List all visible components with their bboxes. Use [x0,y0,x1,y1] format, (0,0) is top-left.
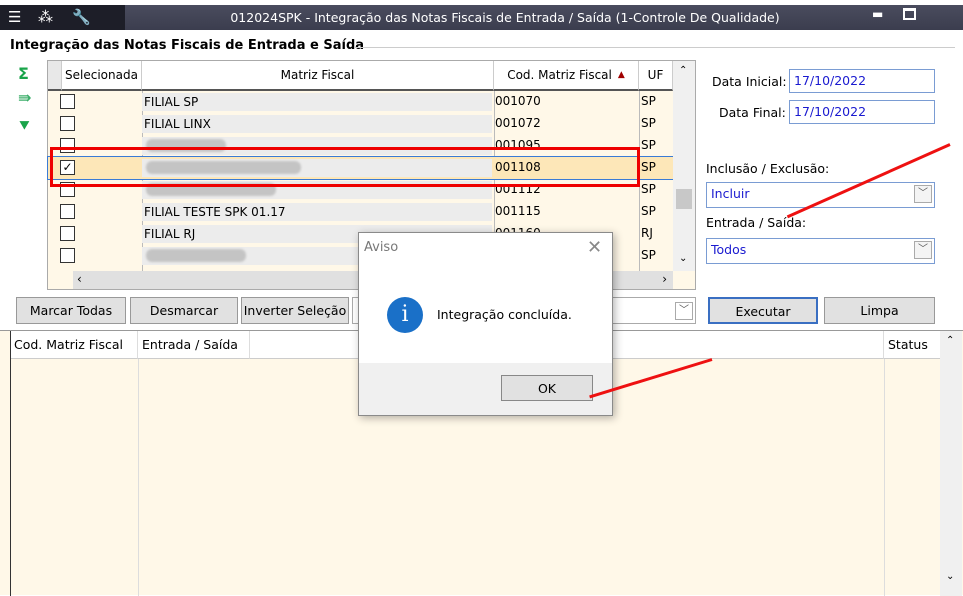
matriz-uf: SP [641,204,656,218]
matriz-uf: SP [641,116,656,130]
scroll-up-icon[interactable]: ⌃ [946,335,954,346]
data-final-label: Data Final: [719,105,786,120]
close-icon[interactable]: ✕ [587,237,602,258]
marcar-todas-button[interactable]: Marcar Todas [16,297,126,324]
chevron-down-icon[interactable]: ﹀ [914,241,932,259]
sort-desc-icon: ▲ [617,70,625,80]
matriz-uf: SP [641,94,656,108]
executar-button[interactable]: Executar [708,297,818,324]
matriz-uf: SP [641,182,656,196]
maximize-icon[interactable] [903,8,916,20]
row-checkbox[interactable] [60,204,75,219]
dialog-message: Integração concluída. [437,307,572,322]
row-checkbox[interactable] [60,116,75,131]
table-row[interactable]: FILIAL LINX 001072 SP [48,113,673,135]
matriz-code: 001115 [495,204,541,218]
vertical-scrollbar[interactable]: ⌃ ⌄ [673,61,695,271]
chevron-down-icon[interactable]: ﹀ [675,302,693,320]
matriz-uf: RJ [641,226,653,240]
table-row[interactable]: FILIAL SP 001070 SP [48,91,673,113]
minimize-icon[interactable]: ▬ [872,7,883,21]
column-header-uf[interactable]: UF [639,61,673,91]
matriz-name: FILIAL LINX [142,115,492,133]
scroll-right-icon[interactable]: › [662,272,667,286]
window-title: 012024SPK - Integração das Notas Fiscais… [230,10,780,25]
matriz-uf: SP [641,248,656,262]
matriz-name: FILIAL SP [142,93,492,111]
aviso-dialog: Aviso ✕ i Integração concluída. OK [358,232,613,416]
entrada-value: Todos [711,242,747,257]
filter-icon[interactable]: ⯆ [18,116,31,136]
tools-icon[interactable]: 🔧 [72,8,91,26]
menu-icon[interactable]: ☰ [8,8,21,26]
column-header-code[interactable]: Cod. Matriz Fiscal ▲ [494,61,639,91]
table-row[interactable]: FILIAL TESTE SPK 01.17 001115 SP [48,201,673,223]
column-header-matriz[interactable]: Matriz Fiscal [142,61,494,91]
title-bar: ☰ ⁂ 🔧 012024SPK - Integração das Notas F… [0,5,963,30]
scroll-down-icon[interactable]: ⌄ [946,571,954,582]
column-header-entrada[interactable]: Entrada / Saída [138,331,250,359]
entrada-label: Entrada / Saída: [706,215,807,230]
title-bar-icons: ☰ ⁂ 🔧 [0,5,125,30]
desmarcar-todas-button[interactable]: Desmarcar Todas [130,297,238,343]
dialog-footer: OK [359,363,612,415]
scroll-up-icon[interactable]: ⌃ [679,65,687,76]
inclusao-select[interactable]: Incluir ﹀ [706,182,935,208]
vertical-scrollbar[interactable]: ⌃ ⌄ [940,331,962,596]
row-checkbox[interactable] [60,94,75,109]
inclusao-value: Incluir [711,186,750,201]
data-inicial-label: Data Inicial: [712,74,787,89]
section-title: Integração das Notas Fiscais de Entrada … [10,38,365,53]
matriz-name: FILIAL TESTE SPK 01.17 [142,203,492,221]
row-indicator-header [48,61,62,91]
matriz-code: 001072 [495,116,541,130]
divider [355,47,955,48]
column-header-code[interactable]: Cod. Matriz Fiscal [10,331,138,359]
info-icon: i [387,297,423,333]
dialog-title: Aviso [364,240,399,255]
annotation-box [50,147,640,187]
column-header-status[interactable]: Status [884,331,940,359]
chevron-down-icon[interactable]: ﹀ [914,185,932,203]
data-final-input[interactable]: 17/10/2022 [789,100,935,124]
export-icon[interactable]: ⇛ [18,88,31,107]
column-header-selecionada[interactable]: Selecionada [62,61,142,91]
ok-button[interactable]: OK [501,375,593,401]
matriz-uf: SP [641,138,656,152]
code-header-label: Cod. Matriz Fiscal [507,68,612,82]
matriz-code: 001070 [495,94,541,108]
traffic-light-icon[interactable]: ⁂ [38,8,53,26]
divider [10,331,11,596]
matriz-uf: SP [641,160,656,174]
row-checkbox[interactable] [60,248,75,263]
scroll-thumb[interactable] [676,189,692,209]
inclusao-label: Inclusão / Exclusão: [706,161,830,176]
scroll-down-icon[interactable]: ⌄ [679,253,687,264]
divider [884,359,885,596]
redacted-text [146,249,246,262]
scroll-left-icon[interactable]: ‹ [77,272,82,286]
row-checkbox[interactable] [60,226,75,241]
limpa-button[interactable]: Limpa [824,297,935,324]
sigma-icon[interactable]: Σ [18,64,29,83]
data-inicial-input[interactable]: 17/10/2022 [789,69,935,93]
entrada-select[interactable]: Todos ﹀ [706,238,935,264]
divider [138,359,139,596]
inverter-selecao-button[interactable]: Inverter Seleção [241,297,349,324]
